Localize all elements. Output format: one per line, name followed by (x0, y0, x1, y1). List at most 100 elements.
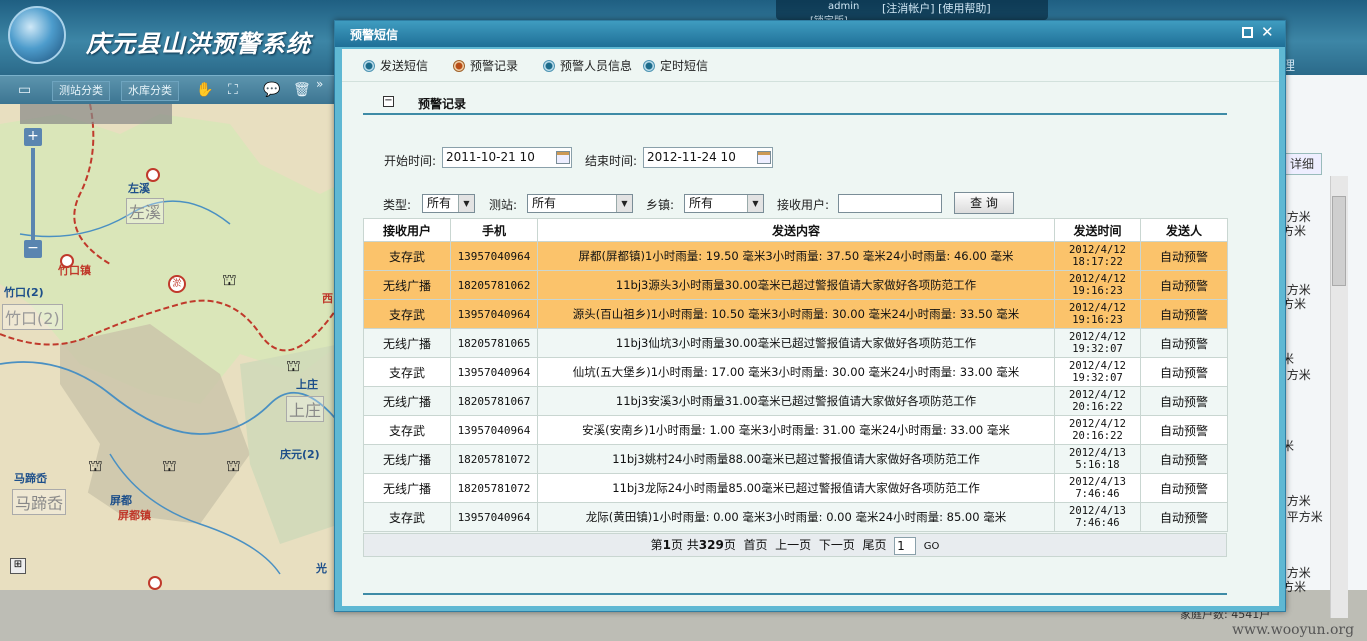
scrollbar-thumb[interactable] (1332, 196, 1346, 286)
zoom-in-button[interactable]: + (24, 128, 42, 146)
map-label: 庆元(2) (280, 448, 320, 461)
end-time-value: 2012-11-24 10 (647, 150, 736, 164)
reservoir-icon[interactable]: ⛫ (162, 456, 177, 477)
phone-cell: 18205781065 (450, 328, 538, 358)
collapse-icon[interactable]: − (383, 96, 394, 107)
receiver-cell: 无线广播 (363, 444, 451, 474)
table-row[interactable]: 无线广播 18205781067 11bj3安溪3小时雨量31.00毫米已超过警报值… (363, 386, 1228, 416)
reservoir-icon[interactable]: ⛫ (226, 456, 241, 477)
table-row[interactable]: 无线广播 18205781072 11bj3姚村24小时雨量88.00毫米已超过警报… (363, 444, 1228, 474)
expand-chevron-icon[interactable]: » (316, 76, 323, 92)
send-date: 2012/4/12 (1069, 389, 1126, 401)
start-time-input[interactable]: 2011-10-21 10 (442, 147, 572, 168)
type-select[interactable]: 所有 ▼ (422, 194, 475, 213)
station-marker-icon[interactable] (148, 576, 162, 590)
station-marker-icon[interactable] (60, 254, 74, 268)
right-panel-text: ²方米 (1282, 494, 1311, 508)
last-page-link[interactable]: 尾页 (862, 538, 886, 552)
dropdown-arrow-icon[interactable]: ▼ (458, 195, 474, 212)
table-row[interactable]: 无线广播 18205781065 11bj3仙坑3小时雨量30.00毫米已超过警报值… (363, 328, 1228, 358)
delete-icon[interactable]: 🗑 (293, 82, 311, 98)
radio-icon[interactable] (363, 60, 375, 72)
send-clock: 19:32:07 (1072, 372, 1123, 384)
receiver-cell: 无线广播 (363, 386, 451, 416)
phone-cell: 13957040964 (450, 299, 538, 329)
radio-icon[interactable] (643, 60, 655, 72)
station-label: 测站: (489, 198, 518, 212)
map-label: 马蹄岙 (12, 489, 67, 515)
app-logo-icon (8, 6, 66, 64)
dropdown-arrow-icon[interactable]: ▼ (747, 195, 763, 212)
watermark: www.wooyun.org (1232, 622, 1355, 638)
table-row[interactable]: 无线广播 18205781062 11bj3源头3小时雨量30.00毫米已超过警报值… (363, 270, 1228, 300)
type-label: 类型: (383, 198, 412, 212)
prev-page-link[interactable]: 上一页 (775, 538, 811, 552)
tab-scheduled-sms[interactable]: 定时短信 (643, 57, 708, 75)
calendar-icon[interactable] (757, 151, 771, 164)
sender-cell: 自动预警 (1140, 357, 1228, 387)
map-label: 西 (322, 292, 333, 305)
calendar-icon[interactable] (556, 151, 570, 164)
right-panel-text: ²平方米 (1282, 510, 1323, 524)
send-time-cell: 2012/4/12 20:16:22 (1054, 386, 1141, 416)
sender-cell: 自动预警 (1140, 386, 1228, 416)
station-filter-button[interactable]: 测站分类 (52, 81, 110, 101)
town-select-value: 所有 (689, 196, 714, 210)
comment-icon[interactable]: 💬 (263, 82, 280, 98)
table-row[interactable]: 支存武 13957040964 龙际(黄田镇)1小时雨量: 0.00 毫米3小时雨量… (363, 502, 1228, 532)
map-view[interactable]: + − 竹口镇 竹口(2) 竹口(2) 上庄 上庄 马蹄岙 马蹄岙 屏都镇 屏都… (0, 104, 340, 590)
pagination: 第1页 共329页 首页 上一页 下一页 尾页 1 GO (363, 533, 1227, 557)
reservoir-icon[interactable]: ⛫ (88, 456, 103, 477)
go-button[interactable]: GO (924, 541, 940, 552)
detail-button[interactable]: 详细 (1282, 153, 1322, 175)
warning-sms-dialog: 预警短信 ✕ 发送短信 预警记录 预警人员信息 定时短信 − 预警记录 开始时间… (334, 20, 1286, 612)
table-row[interactable]: 支存武 13957040964 源头(百山祖乡)1小时雨量: 10.50 毫米3小时… (363, 299, 1228, 329)
map-overview-icon[interactable]: ⊞ (10, 558, 26, 574)
table-row[interactable]: 支存武 13957040964 安溪(安南乡)1小时雨量: 1.00 毫米3小时雨量… (363, 415, 1228, 445)
next-page-link[interactable]: 下一页 (819, 538, 855, 552)
select-area-icon[interactable]: ▭ (18, 82, 31, 98)
reservoir-icon[interactable]: ⛫ (222, 270, 237, 291)
fullscreen-icon[interactable]: ⛶ (228, 82, 238, 98)
end-time-input[interactable]: 2012-11-24 10 (643, 147, 773, 168)
receiver-cell: 无线广播 (363, 270, 451, 300)
zoom-slider-track[interactable] (31, 148, 35, 244)
tab-label: 预警人员信息 (560, 59, 633, 73)
radio-selected-icon[interactable] (453, 60, 465, 72)
content-cell: 屏都(屏都镇)1小时雨量: 19.50 毫米3小时雨量: 37.50 毫米24小… (537, 241, 1055, 271)
station-select[interactable]: 所有 ▼ (527, 194, 633, 213)
account-links[interactable]: [注消帐户] [使用帮助] (882, 0, 991, 16)
pan-hand-icon[interactable]: ✋ (196, 82, 213, 98)
table-row[interactable]: 无线广播 18205781072 11bj3龙际24小时雨量85.00毫米已超过警报… (363, 473, 1228, 503)
dialog-titlebar[interactable]: 预警短信 ✕ (335, 21, 1285, 47)
maximize-icon[interactable] (1242, 27, 1253, 38)
send-date: 2012/4/12 (1069, 244, 1126, 256)
phone-cell: 13957040964 (450, 415, 538, 445)
query-button[interactable]: 查 询 (954, 192, 1014, 214)
sender-cell: 自动预警 (1140, 299, 1228, 329)
map-label: 屏都 (110, 494, 132, 507)
page-number-input[interactable]: 1 (894, 536, 917, 555)
column-header: 接收用户 (363, 218, 451, 242)
radio-icon[interactable] (543, 60, 555, 72)
receiver-cell: 支存武 (363, 299, 451, 329)
content-cell: 11bj3仙坑3小时雨量30.00毫米已超过警报值请大家做好各项防范工作 (537, 328, 1055, 358)
first-page-link[interactable]: 首页 (744, 538, 768, 552)
zoom-out-button[interactable]: − (24, 240, 42, 258)
table-row[interactable]: 支存武 13957040964 仙坑(五大堡乡)1小时雨量: 17.00 毫米3小时… (363, 357, 1228, 387)
phone-cell: 18205781067 (450, 386, 538, 416)
map-label: 马蹄岙 (14, 472, 47, 485)
tab-warning-records[interactable]: 预警记录 (453, 57, 518, 75)
table-row[interactable]: 支存武 13957040964 屏都(屏都镇)1小时雨量: 19.50 毫米3小时雨… (363, 241, 1228, 271)
station-marker-icon[interactable] (146, 168, 160, 182)
reservoir-icon[interactable]: ⛫ (286, 356, 301, 377)
dropdown-arrow-icon[interactable]: ▼ (616, 195, 632, 212)
page-suffix: 页 (723, 538, 736, 552)
receiver-input[interactable] (838, 194, 942, 213)
tab-send-sms[interactable]: 发送短信 (363, 57, 428, 75)
close-icon[interactable]: ✕ (1261, 23, 1274, 41)
section-divider (363, 113, 1227, 115)
tab-warning-personnel[interactable]: 预警人员信息 (543, 57, 632, 75)
town-select[interactable]: 所有 ▼ (684, 194, 764, 213)
reservoir-filter-button[interactable]: 水库分类 (121, 81, 179, 101)
